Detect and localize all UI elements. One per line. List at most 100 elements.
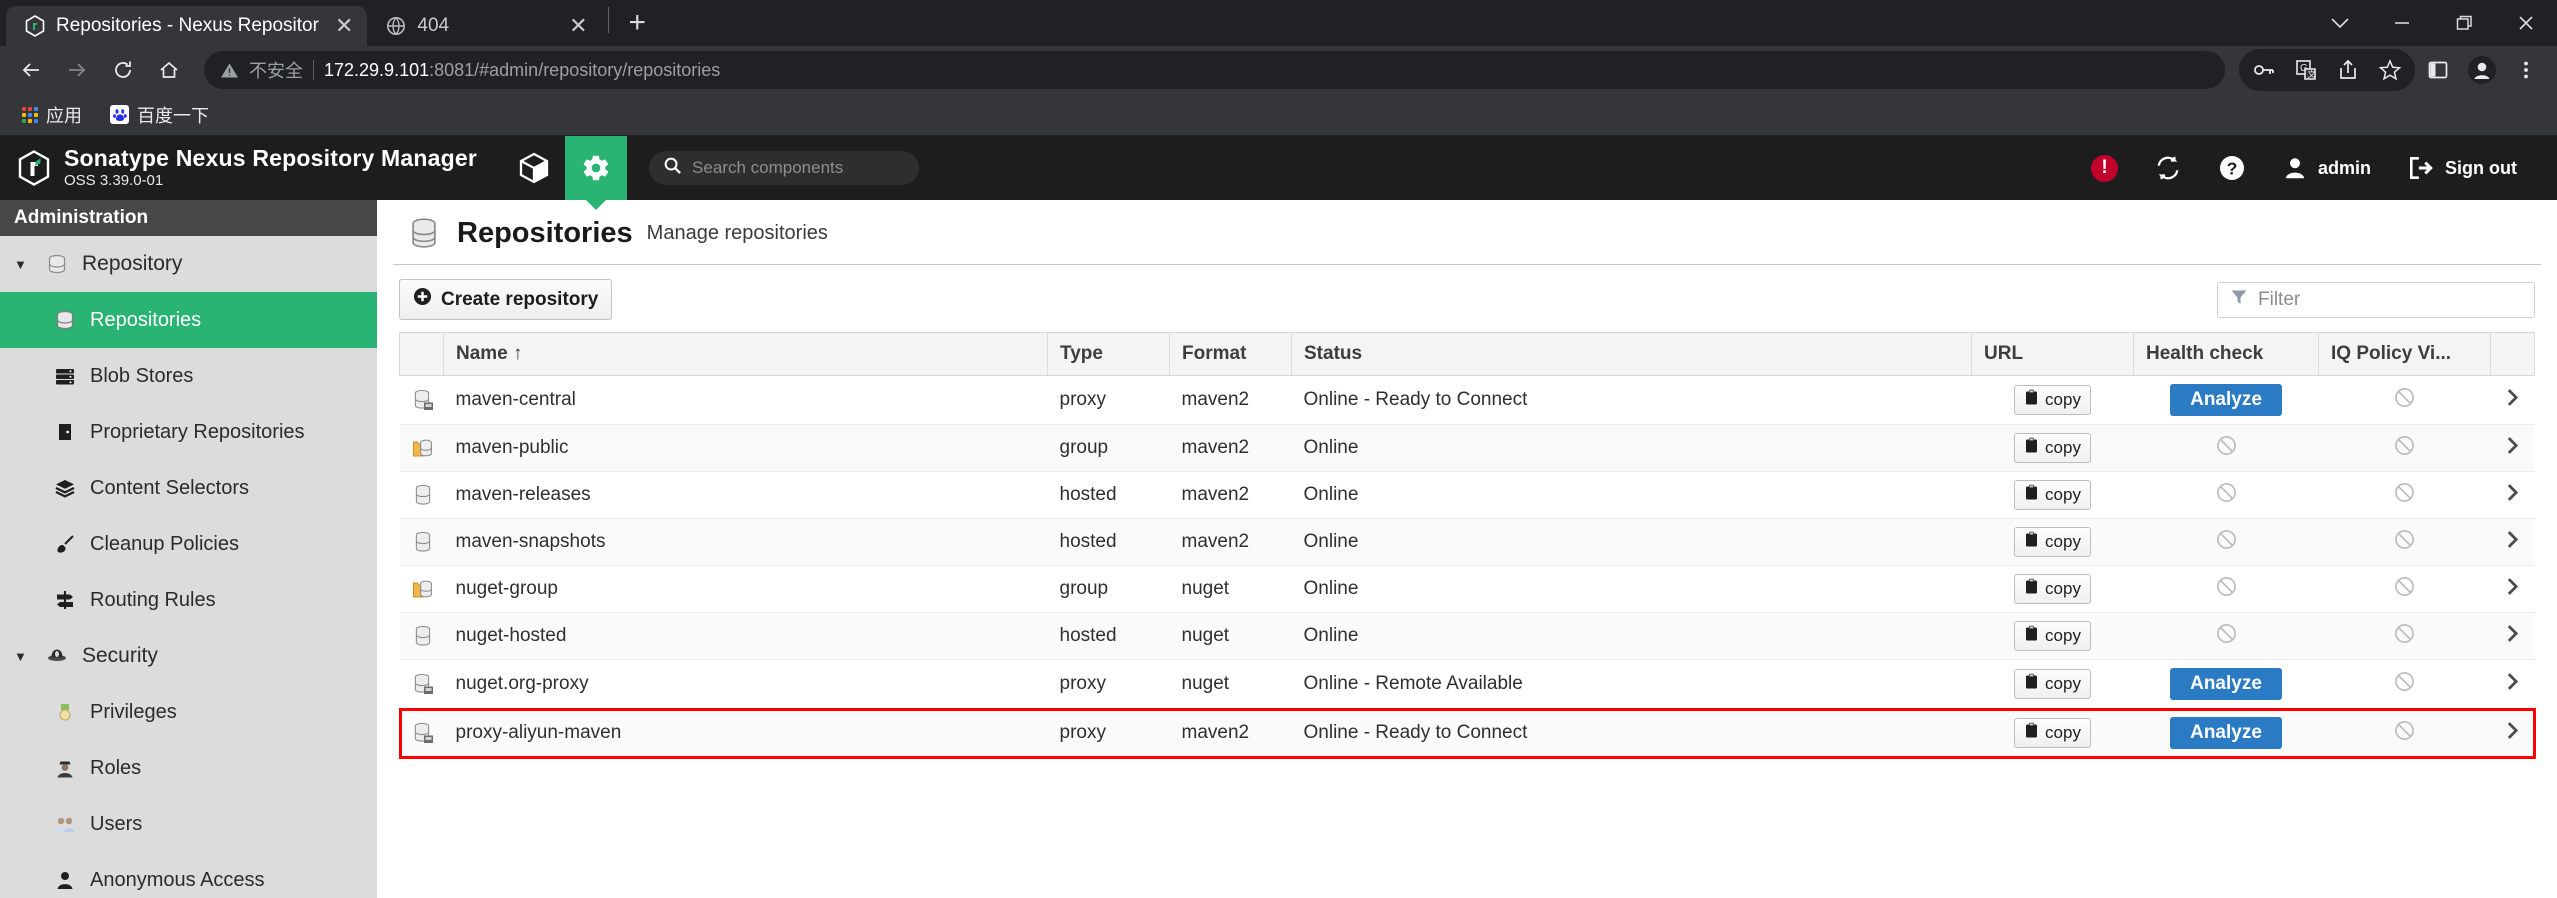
repo-name: maven-releases — [456, 484, 591, 505]
sign-out-icon — [2407, 155, 2435, 181]
cell-chevron[interactable] — [2491, 376, 2535, 425]
table-row[interactable]: nuget-hostedhostednugetOnlinecopy — [400, 613, 2535, 660]
copy-url-button[interactable]: copy — [2014, 480, 2091, 510]
user-menu-button[interactable]: admin — [2264, 136, 2389, 200]
tab-close-icon[interactable]: ✕ — [569, 15, 587, 37]
close-window-button[interactable] — [2495, 0, 2557, 46]
share-icon[interactable] — [2327, 49, 2369, 91]
browse-mode-button[interactable] — [503, 136, 565, 200]
bookmark-baidu[interactable]: 百度一下 — [100, 97, 219, 133]
col-type[interactable]: Type — [1048, 333, 1170, 376]
home-button[interactable] — [148, 49, 190, 91]
cell-chevron[interactable] — [2491, 519, 2535, 566]
sidebar-item-security[interactable]: ▼ Security — [0, 628, 377, 684]
back-button[interactable] — [10, 49, 52, 91]
col-iq-policy-violations[interactable]: IQ Policy Vi... — [2319, 333, 2491, 376]
chevron-right-icon[interactable] — [2505, 724, 2520, 745]
col-format[interactable]: Format — [1170, 333, 1292, 376]
sidebar-item-cleanup-policies[interactable]: Cleanup Policies — [0, 516, 377, 572]
copy-url-button[interactable]: copy — [2014, 621, 2091, 651]
table-row[interactable]: maven-centralproxymaven2Online - Ready t… — [400, 376, 2535, 425]
toolbar-row: Create repository Filter — [377, 265, 2557, 332]
bookmark-apps[interactable]: 应用 — [12, 97, 92, 133]
admin-mode-button[interactable] — [565, 136, 627, 200]
side-panel-icon[interactable] — [2417, 49, 2459, 91]
maximize-restore-button[interactable] — [2433, 0, 2495, 46]
copy-url-button[interactable]: copy — [2014, 433, 2091, 463]
table-row[interactable]: maven-publicgroupmaven2Onlinecopy — [400, 425, 2535, 472]
new-tab-button[interactable]: + — [615, 8, 661, 46]
chevron-right-icon[interactable] — [2505, 627, 2520, 648]
address-bar[interactable]: 不安全 172.29.9.101:8081/#admin/repository/… — [204, 51, 2225, 89]
cell-chevron[interactable] — [2491, 709, 2535, 758]
browser-tab-0[interactable]: Repositories - Nexus Repositor ✕ — [6, 6, 367, 46]
cell-chevron[interactable] — [2491, 425, 2535, 472]
chevron-right-icon[interactable] — [2505, 580, 2520, 601]
reload-button[interactable] — [102, 49, 144, 91]
tab-close-icon[interactable]: ✕ — [335, 15, 353, 37]
cell-iq-policy — [2319, 425, 2491, 472]
sidebar-item-blob-stores[interactable]: Blob Stores — [0, 348, 377, 404]
chevron-down-icon[interactable]: ▼ — [14, 257, 32, 272]
tab-search-icon[interactable] — [2309, 0, 2371, 46]
chevron-right-icon[interactable] — [2505, 439, 2520, 460]
chevron-down-icon[interactable]: ▼ — [14, 649, 32, 664]
table-row[interactable]: nuget.org-proxyproxynugetOnline - Remote… — [400, 660, 2535, 709]
col-status[interactable]: Status — [1292, 333, 1972, 376]
cell-chevron[interactable] — [2491, 472, 2535, 519]
sidebar-item-anonymous-access[interactable]: Anonymous Access — [0, 852, 377, 898]
sidebar-item-repositories[interactable]: Repositories — [0, 292, 377, 348]
cell-chevron[interactable] — [2491, 613, 2535, 660]
analyze-button[interactable]: Analyze — [2170, 668, 2282, 700]
alert-badge[interactable]: ! — [2073, 136, 2136, 200]
sidebar-item-users[interactable]: Users — [0, 796, 377, 852]
search-components-input[interactable]: Search components — [649, 151, 919, 185]
copy-url-button[interactable]: copy — [2014, 385, 2091, 415]
forward-button[interactable] — [56, 49, 98, 91]
table-row[interactable]: nuget-groupgroupnugetOnlinecopy — [400, 566, 2535, 613]
col-name[interactable]: Name ↑ — [444, 333, 1048, 376]
table-row[interactable]: maven-snapshotshostedmaven2Onlinecopy — [400, 519, 2535, 566]
col-url[interactable]: URL — [1972, 333, 2134, 376]
nexus-brand[interactable]: Sonatype Nexus Repository Manager OSS 3.… — [0, 136, 503, 200]
copy-url-button[interactable]: copy — [2014, 669, 2091, 699]
table-row[interactable]: proxy-aliyun-mavenproxymaven2Online - Re… — [400, 709, 2535, 758]
more-menu-icon[interactable] — [2505, 49, 2547, 91]
filter-input[interactable]: Filter — [2217, 282, 2535, 318]
analyze-button[interactable]: Analyze — [2170, 717, 2282, 749]
chevron-right-icon[interactable] — [2505, 391, 2520, 412]
browser-tab-1[interactable]: 404 ✕ — [367, 6, 601, 46]
copy-url-button[interactable]: copy — [2014, 718, 2091, 748]
copy-url-button[interactable]: copy — [2014, 527, 2091, 557]
sidebar-item-repository[interactable]: ▼ Repository — [0, 236, 377, 292]
sidebar-item-proprietary-repositories[interactable]: Proprietary Repositories — [0, 404, 377, 460]
cell-chevron[interactable] — [2491, 660, 2535, 709]
hosted-repo-icon — [412, 624, 432, 648]
col-health-check[interactable]: Health check — [2134, 333, 2319, 376]
door-icon — [52, 419, 78, 445]
sign-out-button[interactable]: Sign out — [2389, 136, 2535, 200]
refresh-button[interactable] — [2136, 136, 2200, 200]
no-entry-icon — [2394, 672, 2415, 697]
chevron-right-icon[interactable] — [2505, 533, 2520, 554]
minimize-button[interactable] — [2371, 0, 2433, 46]
sidebar-item-roles[interactable]: Roles — [0, 740, 377, 796]
bookmark-star-icon[interactable] — [2369, 49, 2411, 91]
sidebar-item-privileges[interactable]: Privileges — [0, 684, 377, 740]
profile-icon[interactable] — [2461, 49, 2503, 91]
sidebar-item-routing-rules[interactable]: Routing Rules — [0, 572, 377, 628]
copy-url-button[interactable]: copy — [2014, 574, 2091, 604]
cell-status: Online — [1292, 613, 1972, 660]
help-button[interactable]: ? — [2200, 136, 2264, 200]
table-row[interactable]: maven-releaseshostedmaven2Onlinecopy — [400, 472, 2535, 519]
repo-type: group — [1060, 437, 1109, 458]
sidebar-item-label: Repositories — [90, 309, 201, 332]
sidebar-item-content-selectors[interactable]: Content Selectors — [0, 460, 377, 516]
key-icon[interactable] — [2243, 49, 2285, 91]
analyze-button[interactable]: Analyze — [2170, 384, 2282, 416]
create-repository-button[interactable]: Create repository — [399, 279, 612, 320]
translate-icon[interactable]: G文 — [2285, 49, 2327, 91]
chevron-right-icon[interactable] — [2505, 675, 2520, 696]
chevron-right-icon[interactable] — [2505, 486, 2520, 507]
cell-chevron[interactable] — [2491, 566, 2535, 613]
